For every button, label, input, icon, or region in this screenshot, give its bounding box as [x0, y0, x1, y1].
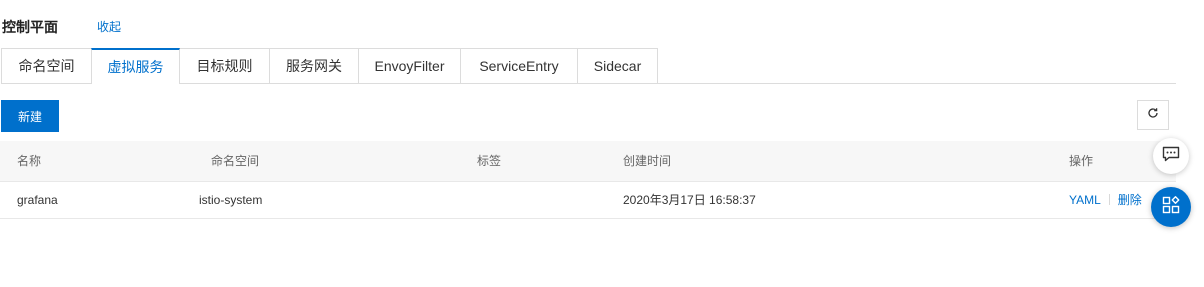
tab-bar: 命名空间 虚拟服务 目标规则 服务网关 EnvoyFilter ServiceE… [1, 48, 1176, 84]
column-name: 名称 [17, 154, 42, 168]
apps-float-button[interactable] [1151, 187, 1191, 227]
new-button[interactable]: 新建 [1, 100, 59, 132]
page-title: 控制平面 [2, 19, 58, 35]
cell-created: 2020年3月17日 16:58:37 [623, 193, 756, 207]
column-actions: 操作 [1069, 154, 1094, 168]
page: 控制平面 收起 命名空间 虚拟服务 目标规则 服务网关 EnvoyFilter … [0, 0, 1204, 287]
chat-icon [1162, 146, 1180, 167]
chat-float-button[interactable] [1153, 138, 1189, 174]
table-row: grafana istio-system 2020年3月17日 16:58:37… [0, 182, 1176, 219]
tab-envoyfilter[interactable]: EnvoyFilter [358, 48, 461, 83]
action-divider [1108, 194, 1110, 205]
cell-actions: YAML 删除 [1069, 182, 1142, 218]
yaml-link[interactable]: YAML [1069, 193, 1101, 207]
tab-gateways[interactable]: 服务网关 [269, 48, 359, 83]
apps-icon [1162, 195, 1180, 219]
delete-link[interactable]: 删除 [1118, 193, 1142, 207]
section-header: 控制平面 收起 [2, 17, 121, 37]
table-header: 名称 命名空间 标签 创建时间 操作 [0, 141, 1176, 182]
tab-namespaces[interactable]: 命名空间 [1, 48, 92, 83]
column-created: 创建时间 [623, 154, 672, 168]
refresh-icon [1147, 106, 1159, 124]
virtual-service-table: 名称 命名空间 标签 创建时间 操作 grafana istio-system … [0, 141, 1176, 219]
cell-name: grafana [17, 193, 58, 207]
cell-namespace: istio-system [199, 193, 263, 207]
tab-serviceentry[interactable]: ServiceEntry [460, 48, 578, 83]
column-labels: 标签 [477, 154, 502, 168]
tab-destination-rules[interactable]: 目标规则 [179, 48, 270, 83]
tab-sidecar[interactable]: Sidecar [577, 48, 658, 83]
tab-virtual-services[interactable]: 虚拟服务 [91, 48, 180, 84]
collapse-link[interactable]: 收起 [97, 17, 121, 37]
column-namespace: 命名空间 [211, 154, 260, 168]
refresh-button[interactable] [1137, 100, 1169, 130]
